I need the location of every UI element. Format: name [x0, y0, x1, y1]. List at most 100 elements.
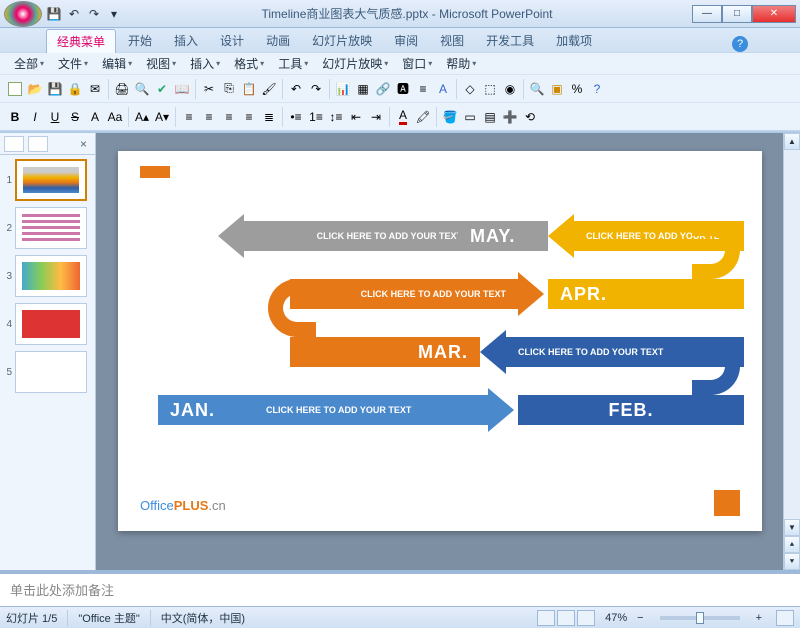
tab-developer[interactable]: 开发工具 [476, 29, 544, 52]
zoom-in-icon[interactable]: + [756, 612, 762, 624]
research-icon[interactable]: 📖 [173, 80, 191, 98]
align-left-icon[interactable]: ≡ [180, 108, 198, 126]
arrow-may[interactable]: CLICK HERE TO ADD YOUR TEXT [218, 221, 474, 251]
tab-slideshow[interactable]: 幻灯片放映 [302, 29, 382, 52]
table-icon[interactable]: ▦ [354, 80, 372, 98]
find-icon[interactable]: 🔍 [528, 80, 546, 98]
minimize-button[interactable]: — [692, 5, 722, 23]
thumb-row[interactable]: 3 [2, 255, 93, 297]
panel-close-icon[interactable]: × [76, 137, 91, 151]
hyperlink-icon[interactable]: 🔗 [374, 80, 392, 98]
align-right-icon[interactable]: ≡ [220, 108, 238, 126]
copy-icon[interactable]: ⎘ [220, 80, 238, 98]
thumb-row[interactable]: 2 [2, 207, 93, 249]
shapes-icon[interactable]: ◇ [461, 80, 479, 98]
undo-icon[interactable]: ↶ [66, 6, 82, 22]
scroll-track[interactable] [784, 150, 800, 519]
undo-icon[interactable]: ↶ [287, 80, 305, 98]
slide-canvas[interactable]: CLICK HERE TO ADD YOUR TEXT MAY. CLICK H… [118, 151, 762, 531]
wordart-icon[interactable]: A [434, 80, 452, 98]
quickstyles-icon[interactable]: ◉ [501, 80, 519, 98]
menu-tools[interactable]: 工具▾ [272, 53, 314, 74]
strike-icon[interactable]: S [66, 108, 84, 126]
bullets-icon[interactable]: •≡ [287, 108, 305, 126]
scroll-up-icon[interactable]: ▲ [784, 133, 800, 150]
arrow-blue[interactable]: CLICK HERE TO ADD YOUR TEXT [254, 395, 514, 425]
prev-slide-icon[interactable]: ⯅ [784, 536, 800, 553]
shrink-font-icon[interactable]: A▾ [153, 108, 171, 126]
shadow-icon[interactable]: A [86, 108, 104, 126]
tab-addins[interactable]: 加载项 [546, 29, 602, 52]
normal-view-icon[interactable] [537, 610, 555, 626]
new-slide-icon[interactable]: ➕ [501, 108, 519, 126]
maximize-button[interactable]: □ [722, 5, 752, 23]
menu-format[interactable]: 格式▾ [228, 53, 270, 74]
fit-window-icon[interactable] [776, 610, 794, 626]
linespacing-icon[interactable]: ↕≡ [327, 108, 345, 126]
next-slide-icon[interactable]: ⯆ [784, 553, 800, 570]
thumbnail-5[interactable] [15, 351, 87, 393]
redo-icon[interactable]: ↷ [86, 6, 102, 22]
office-button[interactable] [4, 1, 42, 27]
notes-pane[interactable]: 单击此处添加备注 [0, 570, 800, 606]
redo-icon[interactable]: ↷ [307, 80, 325, 98]
slideshow-view-icon[interactable] [577, 610, 595, 626]
open-icon[interactable]: 📂 [26, 80, 44, 98]
header-icon[interactable]: ≡ [414, 80, 432, 98]
save-icon[interactable]: 💾 [46, 6, 62, 22]
inc-indent-icon[interactable]: ⇥ [367, 108, 385, 126]
chart-icon[interactable]: 📊 [334, 80, 352, 98]
mail-icon[interactable]: ✉ [86, 80, 104, 98]
shape-outline-icon[interactable]: ▭ [461, 108, 479, 126]
distribute-icon[interactable]: ≣ [260, 108, 278, 126]
thumb-row[interactable]: 1 [2, 159, 93, 201]
italic-icon[interactable]: I [26, 108, 44, 126]
dec-indent-icon[interactable]: ⇤ [347, 108, 365, 126]
zoom-icon[interactable]: % [568, 80, 586, 98]
menu-help[interactable]: 帮助▾ [440, 53, 482, 74]
format-painter-icon[interactable]: 🖌 [260, 80, 278, 98]
help-icon[interactable]: ? [732, 36, 748, 52]
justify-icon[interactable]: ≡ [240, 108, 258, 126]
preview-icon[interactable]: 🔍 [133, 80, 151, 98]
thumbnail-1[interactable] [15, 159, 87, 201]
print-icon[interactable]: 🖨 [113, 80, 131, 98]
tab-insert[interactable]: 插入 [164, 29, 208, 52]
convert-icon[interactable]: ⟲ [521, 108, 539, 126]
menu-file[interactable]: 文件▾ [52, 53, 94, 74]
close-button[interactable]: ✕ [752, 5, 796, 23]
thumbnail-2[interactable] [15, 207, 87, 249]
qat-dropdown-icon[interactable]: ▾ [106, 6, 122, 22]
tab-review[interactable]: 审阅 [384, 29, 428, 52]
menu-window[interactable]: 窗口▾ [396, 53, 438, 74]
menu-insert[interactable]: 插入▾ [184, 53, 226, 74]
sorter-view-icon[interactable] [557, 610, 575, 626]
align-center-icon[interactable]: ≡ [200, 108, 218, 126]
changecase-icon[interactable]: Aa [106, 108, 124, 126]
outline-tab-icon[interactable] [28, 136, 48, 152]
arrange-icon[interactable]: ⬚ [481, 80, 499, 98]
slideshow-icon[interactable]: ▣ [548, 80, 566, 98]
zoom-slider[interactable] [660, 616, 740, 620]
slide-area[interactable]: CLICK HERE TO ADD YOUR TEXT MAY. CLICK H… [96, 133, 800, 570]
menu-view[interactable]: 视图▾ [140, 53, 182, 74]
zoom-out-icon[interactable]: − [637, 612, 643, 624]
new-icon[interactable] [6, 80, 24, 98]
zoom-thumb[interactable] [696, 612, 704, 624]
shape-fill-icon[interactable]: 🪣 [441, 108, 459, 126]
highlight-icon[interactable]: 🖍 [414, 108, 432, 126]
vertical-scrollbar[interactable]: ▲ ▼ ⯅ ⯆ [783, 133, 800, 570]
tab-home[interactable]: 开始 [118, 29, 162, 52]
thumbnail-4[interactable] [15, 303, 87, 345]
slides-tab-icon[interactable] [4, 136, 24, 152]
arrow-orange[interactable]: CLICK HERE TO ADD YOUR TEXT [290, 279, 544, 309]
thumb-row[interactable]: 4 [2, 303, 93, 345]
menu-slideshow[interactable]: 幻灯片放映▾ [316, 53, 394, 74]
help-btn-icon[interactable]: ? [588, 80, 606, 98]
tab-animation[interactable]: 动画 [256, 29, 300, 52]
permission-icon[interactable]: 🔒 [66, 80, 84, 98]
paste-icon[interactable]: 📋 [240, 80, 258, 98]
cut-icon[interactable]: ✂ [200, 80, 218, 98]
numbering-icon[interactable]: 1≡ [307, 108, 325, 126]
thumbnail-3[interactable] [15, 255, 87, 297]
